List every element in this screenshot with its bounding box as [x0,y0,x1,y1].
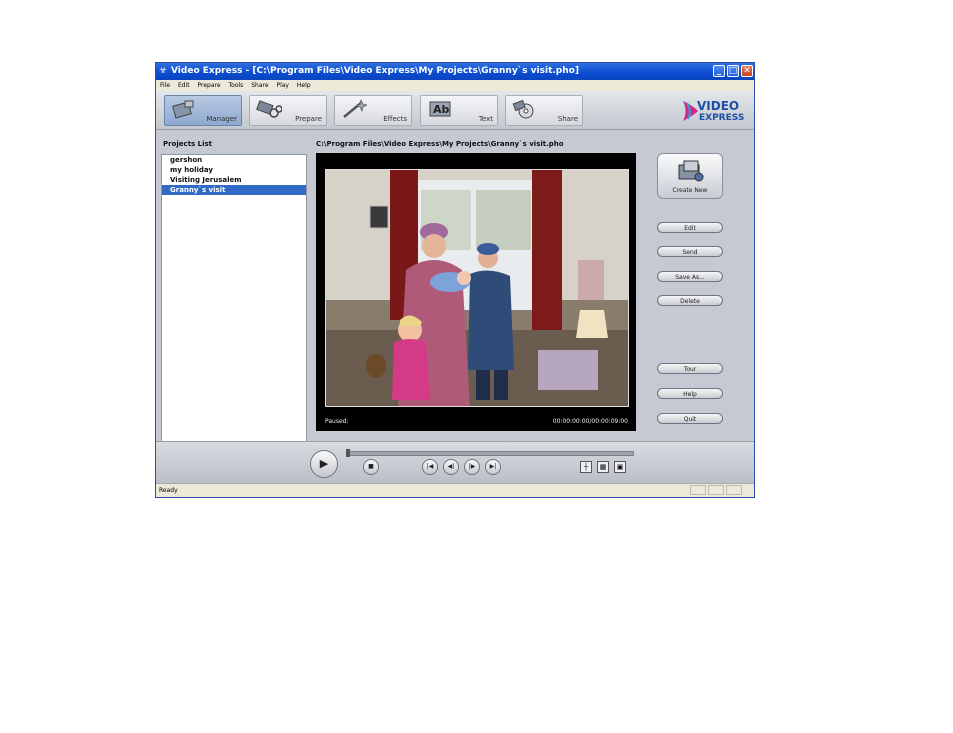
manager-icon [172,100,194,119]
playback-controls: ▶ ■ |◀ ◀| |▶ ▶| ┼ ▦ ▣ [156,441,754,486]
preview-photo [325,169,629,407]
window-title: Video Express - [C:\Program Files\Video … [171,66,579,76]
tab-share[interactable]: Share [505,95,583,126]
svg-text:Ab: Ab [433,103,450,116]
step-back-button[interactable]: ◀| [443,459,459,475]
maximize-button[interactable]: □ [727,65,739,77]
status-bar: Ready [156,483,754,497]
tab-manager-label: Manager [206,115,237,123]
seek-bar[interactable] [346,451,634,456]
list-item[interactable]: Visiting Jerusalem [162,175,306,185]
preview-icon: ▣ [616,463,624,471]
timeline-view-button[interactable]: ┼ [580,461,592,473]
skip-end-icon: ▶| [489,463,497,470]
projects-list-title: Projects List [163,140,213,148]
status-cell [708,485,724,495]
effects-icon [343,99,367,118]
menu-share[interactable]: Share [251,82,268,89]
preview-view-button[interactable]: ▣ [614,461,626,473]
status-cell [690,485,706,495]
text-icon: Ab [429,101,451,117]
play-icon: ▶ [319,457,329,470]
logo-line1: VIDEO [697,99,739,113]
project-path: C:\Program Files\Video Express\My Projec… [316,140,564,148]
menu-prepare[interactable]: Prepare [198,82,221,89]
tab-share-label: Share [557,115,578,123]
tab-prepare-label: Prepare [295,115,322,123]
video-preview: Paused: 00:00:00:00/00:00:09:00 [316,153,636,431]
video-express-logo: VIDEO EXPRESS [683,99,744,123]
title-bar[interactable]: ☣ Video Express - [C:\Program Files\Vide… [156,63,754,80]
step-forward-icon: |▶ [468,463,476,470]
minimize-button[interactable]: _ [713,65,725,77]
projects-pane: Projects List gershon my holiday Visitin… [157,130,308,442]
close-button[interactable]: ✕ [741,65,753,77]
main-toolbar: Manager Prepare Effects Ab Text Share VI… [156,91,754,130]
list-item[interactable]: my holiday [162,165,306,175]
share-icon [512,99,534,119]
save-as-button[interactable]: Save As... [657,271,723,282]
stop-icon: ■ [368,463,374,470]
tab-text-label: Text [478,115,493,123]
tour-button[interactable]: Tour [657,363,723,374]
app-icon: ☣ [159,66,168,76]
menu-tools[interactable]: Tools [229,82,244,89]
status-text: Ready [159,487,178,494]
help-button[interactable]: Help [657,388,723,399]
playback-status: Paused: [325,418,349,425]
projects-list[interactable]: gershon my holiday Visiting Jerusalem Gr… [161,154,307,442]
send-button[interactable]: Send [657,246,723,257]
tab-manager[interactable]: Manager [164,95,242,126]
logo-line2: EXPRESS [699,113,744,123]
timeline-icon: ┼ [583,463,589,471]
storyboard-icon: ▦ [599,463,607,471]
family-photo-image [326,170,628,406]
menu-play[interactable]: Play [276,82,289,89]
app-window: ☣ Video Express - [C:\Program Files\Vide… [155,62,755,498]
status-cell [726,485,742,495]
tab-effects-label: Effects [383,115,407,123]
menu-file[interactable]: File [160,82,170,89]
list-item-selected[interactable]: Granny`s visit [162,185,306,195]
storyboard-view-button[interactable]: ▦ [597,461,609,473]
menu-edit[interactable]: Edit [178,82,190,89]
timecode: 00:00:00:00/00:00:09:00 [552,418,628,425]
skip-start-icon: |◀ [426,463,434,470]
create-new-icon [678,160,704,182]
skip-end-button[interactable]: ▶| [485,459,501,475]
create-new-label: Create New [672,187,708,194]
skip-start-button[interactable]: |◀ [422,459,438,475]
tab-prepare[interactable]: Prepare [249,95,327,126]
play-button[interactable]: ▶ [310,450,338,478]
menu-bar: File Edit Prepare Tools Share Play Help [156,80,754,91]
quit-button[interactable]: Quit [657,413,723,424]
menu-help[interactable]: Help [297,82,311,89]
step-back-icon: ◀| [447,463,455,470]
tab-effects[interactable]: Effects [334,95,412,126]
list-item[interactable]: gershon [162,155,306,165]
tab-text[interactable]: Ab Text [420,95,498,126]
create-new-button[interactable]: Create New [657,153,723,199]
step-forward-button[interactable]: |▶ [464,459,480,475]
seek-thumb[interactable] [346,449,350,457]
edit-button[interactable]: Edit [657,222,723,233]
prepare-icon [256,100,282,118]
delete-button[interactable]: Delete [657,295,723,306]
stop-button[interactable]: ■ [363,459,379,475]
